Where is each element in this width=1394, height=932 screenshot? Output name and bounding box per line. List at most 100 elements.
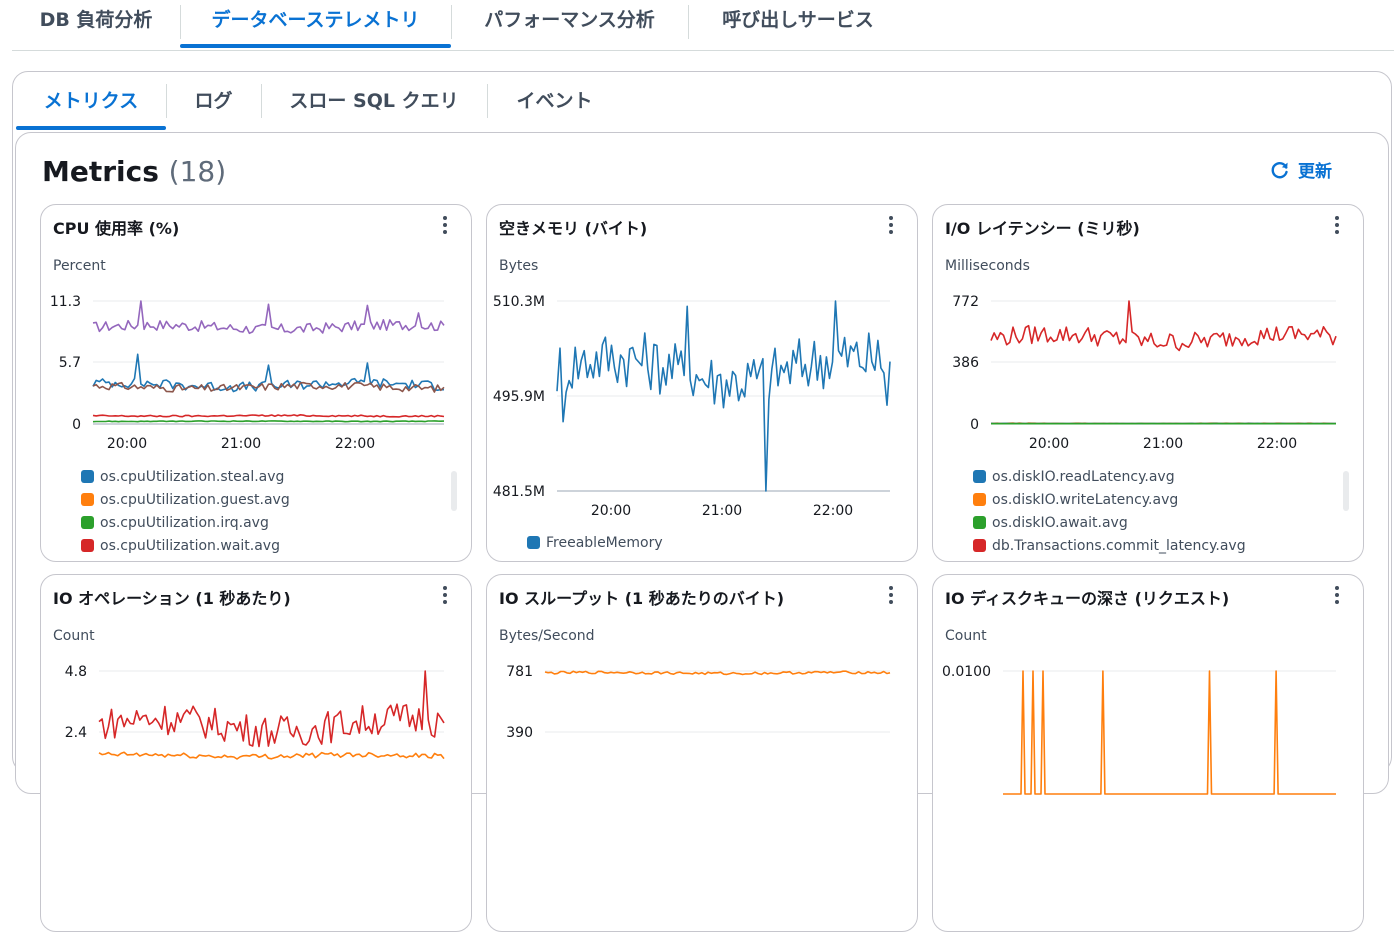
legend-label: os.diskIO.await.avg: [992, 515, 1128, 531]
legend-swatch: [81, 516, 94, 529]
chart-unit-label: Count: [945, 628, 987, 644]
legend-scrollbar[interactable]: [1343, 471, 1349, 511]
legend-label: os.diskIO.writeLatency.avg: [992, 492, 1178, 508]
disk-queue-depth-chart: 0.0100: [933, 655, 1364, 855]
x-tick-label: 21:00: [1143, 436, 1183, 452]
chart-unit-label: Milliseconds: [945, 258, 1030, 274]
series-line: [99, 752, 444, 759]
more-options-icon[interactable]: [883, 213, 899, 237]
metric-card-freeable-memory: 空きメモリ (バイト) Bytes 510.3M495.9M481.5M20:0…: [486, 204, 918, 562]
legend-item[interactable]: os.cpuUtilization.guest.avg: [81, 488, 290, 511]
tab-label: イベント: [516, 90, 592, 112]
y-tick-label: 0.0100: [942, 664, 991, 680]
metrics-count: (18): [169, 155, 226, 188]
x-tick-label: 20:00: [591, 503, 631, 519]
chart-unit-label: Percent: [53, 258, 106, 274]
chart-unit-label: Count: [53, 628, 95, 644]
chart-unit-label: Bytes/Second: [499, 628, 595, 644]
tab-logs[interactable]: ログ: [166, 72, 261, 130]
io-latency-chart: 772386020:0021:0022:00: [933, 285, 1364, 485]
legend-swatch: [81, 470, 94, 483]
legend-label: FreeableMemory: [546, 535, 663, 551]
tab-label: メトリクス: [44, 90, 138, 112]
legend-item[interactable]: os.cpuUtilization.irq.avg: [81, 511, 290, 534]
tab-db-load-analysis[interactable]: DB 負荷分析: [12, 0, 180, 48]
x-tick-label: 22:00: [335, 436, 375, 452]
refresh-label: 更新: [1298, 157, 1332, 182]
legend-label: os.cpuUtilization.wait.avg: [100, 538, 280, 554]
series-line: [93, 415, 444, 417]
legend-swatch: [527, 536, 540, 549]
card-title: IO スループット (1 秒あたりのバイト): [499, 585, 784, 609]
tab-slow-sql-queries[interactable]: スロー SQL クエリ: [261, 72, 487, 130]
legend-swatch: [81, 493, 94, 506]
x-tick-label: 22:00: [813, 503, 853, 519]
tab-label: スロー SQL クエリ: [289, 90, 458, 112]
metric-card-io-throughput: IO スループット (1 秒あたりのバイト) Bytes/Second 781 3…: [486, 574, 918, 932]
tab-calling-services[interactable]: 呼び出しサービス: [688, 0, 908, 48]
legend-item[interactable]: db.Transactions.commit_latency.avg: [973, 534, 1246, 557]
tab-label: DB 負荷分析: [40, 9, 153, 31]
chart-legend: FreeableMemory: [527, 531, 663, 554]
io-operations-chart: 4.8 2.4: [41, 655, 472, 855]
tab-performance-analysis[interactable]: パフォーマンス分析: [451, 0, 688, 48]
tab-label: 呼び出しサービス: [722, 9, 874, 31]
tab-label: ログ: [194, 90, 232, 112]
series-line: [99, 671, 444, 747]
legend-swatch: [973, 493, 986, 506]
legend-label: os.cpuUtilization.steal.avg: [100, 469, 284, 485]
y-tick-label: 772: [952, 294, 979, 310]
series-line: [93, 301, 444, 333]
active-tab-underline: [180, 44, 451, 48]
series-line: [1003, 671, 1336, 794]
metric-card-cpu-utilization: CPU 使用率 (%) Percent 11.35.7020:0021:0022…: [40, 204, 472, 562]
legend-item[interactable]: os.cpuUtilization.wait.avg: [81, 534, 290, 557]
more-options-icon[interactable]: [1329, 213, 1345, 237]
chart-legend: os.cpuUtilization.steal.avg os.cpuUtiliz…: [81, 465, 290, 557]
metrics-panel: Metrics (18) 更新 CPU 使用率 (%) Percent 11.3…: [15, 132, 1389, 794]
refresh-icon: [1270, 160, 1290, 180]
x-tick-label: 20:00: [107, 436, 147, 452]
refresh-button[interactable]: 更新: [1270, 157, 1332, 182]
series-line: [93, 421, 444, 422]
x-tick-label: 20:00: [1029, 436, 1069, 452]
metric-card-disk-queue-depth: IO ディスクキューの深さ (リクエスト) Count 0.0100: [932, 574, 1364, 932]
metrics-title: Metrics: [42, 155, 159, 188]
series-line: [93, 354, 444, 391]
y-tick-label: 390: [506, 725, 533, 741]
more-options-icon[interactable]: [883, 583, 899, 607]
legend-swatch: [81, 539, 94, 552]
legend-item[interactable]: os.diskIO.readLatency.avg: [973, 465, 1246, 488]
card-title: CPU 使用率 (%): [53, 215, 179, 239]
metrics-heading: Metrics (18): [42, 155, 226, 188]
y-tick-label: 781: [506, 664, 533, 680]
y-tick-label: 481.5M: [493, 484, 545, 500]
y-tick-label: 510.3M: [493, 294, 545, 310]
legend-label: os.cpuUtilization.irq.avg: [100, 515, 269, 531]
y-tick-label: 386: [952, 355, 979, 371]
top-tab-bar: DB 負荷分析 データベーステレメトリ パフォーマンス分析 呼び出しサービス: [12, 0, 1394, 51]
legend-item[interactable]: os.cpuUtilization.steal.avg: [81, 465, 290, 488]
tab-events[interactable]: イベント: [487, 72, 622, 130]
tab-database-telemetry[interactable]: データベーステレメトリ: [180, 0, 451, 48]
more-options-icon[interactable]: [437, 213, 453, 237]
legend-item[interactable]: FreeableMemory: [527, 531, 663, 554]
y-tick-label: 4.8: [65, 664, 87, 680]
io-throughput-chart: 781 390: [487, 655, 918, 855]
cpu-utilization-chart: 11.35.7020:0021:0022:00: [41, 285, 472, 485]
legend-swatch: [973, 470, 986, 483]
more-options-icon[interactable]: [437, 583, 453, 607]
legend-item[interactable]: os.diskIO.await.avg: [973, 511, 1246, 534]
chart-legend: os.diskIO.readLatency.avg os.diskIO.writ…: [973, 465, 1246, 557]
legend-scrollbar[interactable]: [451, 471, 457, 511]
more-options-icon[interactable]: [1329, 583, 1345, 607]
legend-swatch: [973, 516, 986, 529]
legend-label: db.Transactions.commit_latency.avg: [992, 538, 1246, 554]
y-tick-label: 2.4: [65, 725, 87, 741]
legend-item[interactable]: os.diskIO.writeLatency.avg: [973, 488, 1246, 511]
telemetry-container: メトリクス ログ スロー SQL クエリ イベント Metrics (18) 更…: [12, 71, 1392, 773]
x-tick-label: 22:00: [1257, 436, 1297, 452]
x-tick-label: 21:00: [221, 436, 261, 452]
tab-metrics[interactable]: メトリクス: [16, 72, 166, 130]
y-tick-label: 11.3: [50, 294, 81, 310]
